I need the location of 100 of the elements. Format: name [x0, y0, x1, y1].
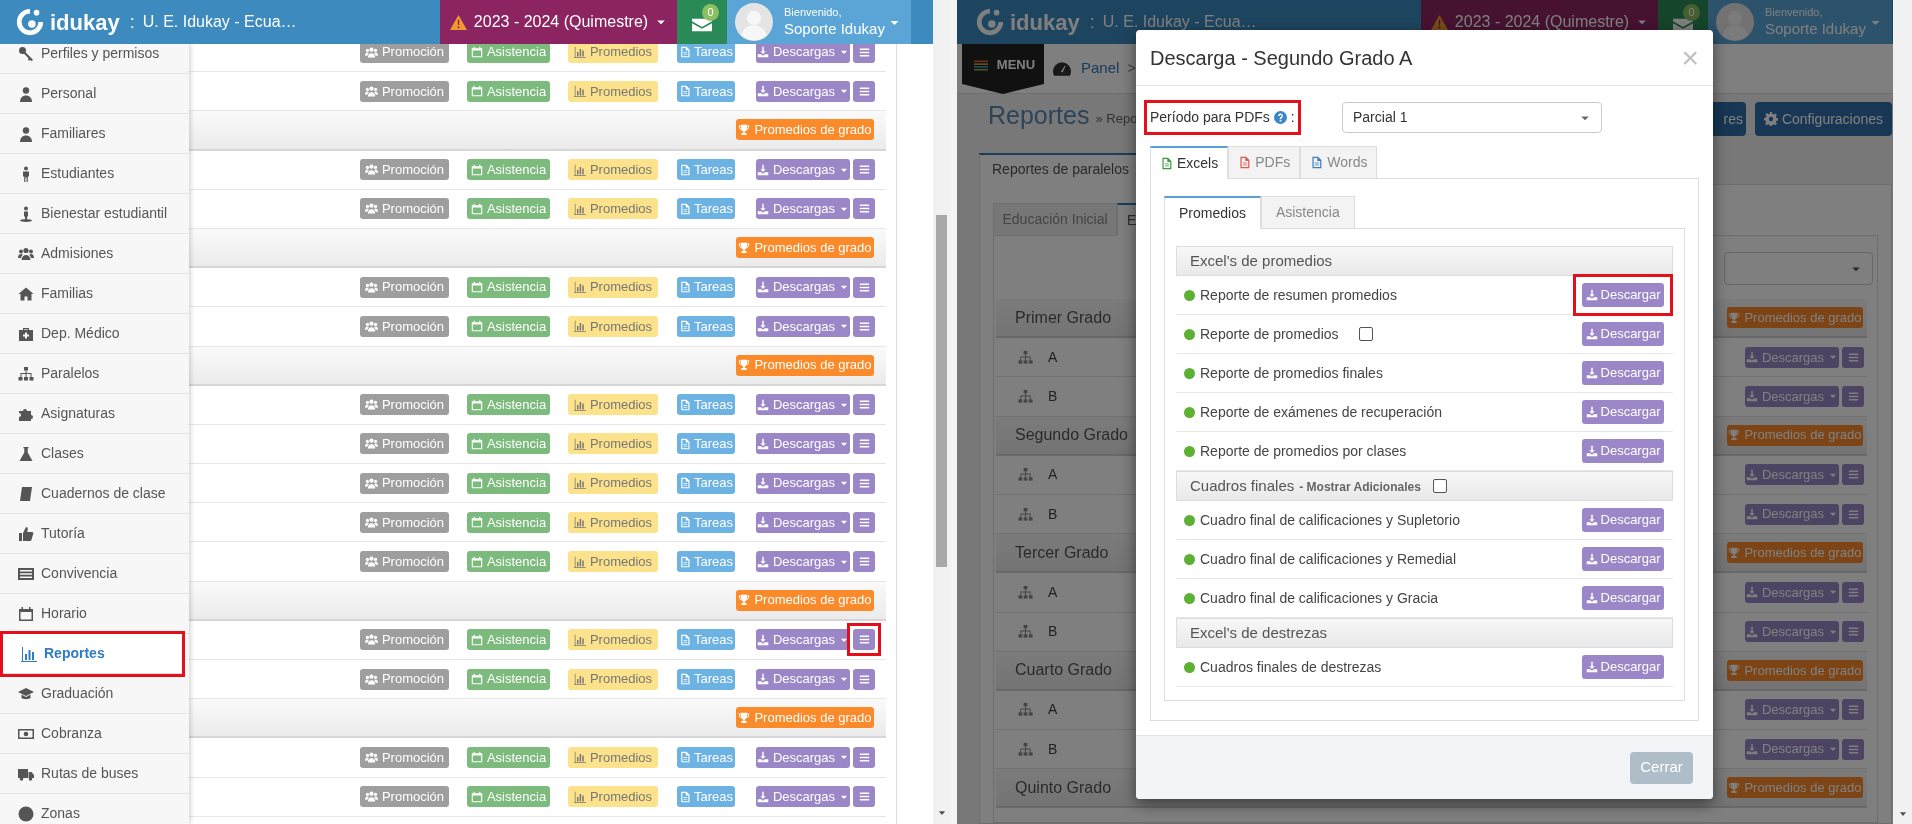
menu-button[interactable]	[1842, 464, 1864, 486]
downloads-dropdown[interactable]: Descargas	[756, 276, 850, 298]
breadcrumb-link[interactable]: Panel	[1081, 57, 1120, 80]
promotion-button[interactable]: Promoción	[360, 198, 449, 220]
menu-button[interactable]	[853, 511, 875, 533]
downloads-dropdown[interactable]: Descargas	[756, 551, 850, 573]
promotion-button[interactable]: Promoción	[360, 80, 449, 102]
tasks-button[interactable]: Tareas	[677, 472, 735, 494]
menu-button[interactable]	[1842, 581, 1864, 603]
grade-averages-button[interactable]: Promedios de grado	[1727, 424, 1863, 446]
attendance-button[interactable]: Asistencia	[467, 44, 550, 63]
averages-button[interactable]: Promedios	[568, 472, 658, 494]
grade-averages-button[interactable]: Promedios de grado	[1727, 307, 1863, 329]
download-button[interactable]: Descargar	[1582, 586, 1664, 610]
tasks-button[interactable]: Tareas	[677, 159, 735, 181]
menu-button[interactable]	[1842, 699, 1864, 721]
tasks-button[interactable]: Tareas	[677, 786, 735, 808]
checkbox[interactable]	[1432, 479, 1447, 493]
tab[interactable]: Excels	[1150, 146, 1229, 179]
downloads-dropdown[interactable]: Descargas	[756, 433, 850, 455]
grade-averages-button[interactable]: Promedios de grado	[736, 707, 874, 729]
menu-button[interactable]	[1842, 621, 1864, 643]
downloads-dropdown[interactable]: Descargas	[756, 629, 850, 651]
menu-button[interactable]	[853, 472, 875, 494]
menu-button[interactable]	[853, 198, 875, 220]
download-button[interactable]: Descargar	[1582, 655, 1664, 679]
menu-button[interactable]	[1842, 738, 1864, 760]
select-field[interactable]	[1724, 252, 1873, 285]
menu-button[interactable]	[853, 394, 875, 416]
promotion-button[interactable]: Promoción	[360, 394, 449, 416]
averages-button[interactable]: Promedios	[568, 551, 658, 573]
attendance-button[interactable]: Asistencia	[467, 472, 550, 494]
menu-button[interactable]	[853, 668, 875, 690]
promotion-button[interactable]: Promoción	[360, 786, 449, 808]
scrollbar-thumb[interactable]	[936, 215, 947, 567]
tasks-button[interactable]: Tareas	[677, 394, 735, 416]
period-dropdown[interactable]: 2023 - 2024 (Quimestre)	[440, 0, 677, 44]
menu-button[interactable]	[853, 433, 875, 455]
download-button[interactable]: Descargar	[1582, 283, 1664, 307]
checkbox[interactable]	[1358, 327, 1373, 341]
downloads-dropdown[interactable]: Descargas	[756, 159, 850, 181]
promotion-button[interactable]: Promoción	[360, 433, 449, 455]
menu-button[interactable]	[1842, 346, 1864, 368]
close-button[interactable]: ×	[1681, 42, 1699, 73]
messages-button[interactable]: 0	[677, 0, 727, 44]
attendance-button[interactable]: Asistencia	[467, 511, 550, 533]
user-menu[interactable]: Bienvenido, Soporte Idukay	[727, 0, 911, 44]
attendance-button[interactable]: Asistencia	[467, 746, 550, 768]
tasks-button[interactable]: Tareas	[677, 511, 735, 533]
attendance-button[interactable]: Asistencia	[467, 80, 550, 102]
settings-button[interactable]: Configuraciones	[1755, 102, 1892, 136]
tasks-button[interactable]: Tareas	[677, 315, 735, 337]
downloads-dropdown[interactable]: Descargas	[756, 80, 850, 102]
downloads-dropdown[interactable]: Descargas	[756, 394, 850, 416]
menu-button[interactable]	[853, 786, 875, 808]
averages-button[interactable]: Promedios	[568, 433, 658, 455]
download-button[interactable]: Descargar	[1582, 322, 1664, 346]
promotion-button[interactable]: Promoción	[360, 551, 449, 573]
attendance-button[interactable]: Asistencia	[467, 551, 550, 573]
grade-averages-button[interactable]: Promedios de grado	[736, 589, 874, 611]
tab[interactable]: Words	[1300, 146, 1378, 179]
promotion-button[interactable]: Promoción	[360, 159, 449, 181]
promotion-button[interactable]: Promoción	[360, 315, 449, 337]
averages-button[interactable]: Promedios	[568, 668, 658, 690]
averages-button[interactable]: Promedios	[568, 315, 658, 337]
grade-averages-button[interactable]: Promedios de grado	[1727, 777, 1863, 799]
promotion-button[interactable]: Promoción	[360, 668, 449, 690]
download-button[interactable]: Descargar	[1582, 400, 1664, 424]
downloads-dropdown[interactable]: Descargas	[756, 786, 850, 808]
menu-button[interactable]	[853, 276, 875, 298]
averages-button[interactable]: Promedios	[568, 276, 658, 298]
tasks-button[interactable]: Tareas	[677, 276, 735, 298]
menu-button[interactable]	[853, 746, 875, 768]
downloads-dropdown[interactable]: Descargas	[756, 198, 850, 220]
menu-button[interactable]	[1842, 503, 1864, 525]
attendance-button[interactable]: Asistencia	[467, 786, 550, 808]
tasks-button[interactable]: Tareas	[677, 198, 735, 220]
sidebar-item[interactable]: Reportes	[3, 634, 182, 674]
tasks-button[interactable]: Tareas	[677, 433, 735, 455]
promotion-button[interactable]: Promoción	[360, 746, 449, 768]
grade-averages-button[interactable]: Promedios de grado	[1727, 542, 1863, 564]
averages-button[interactable]: Promedios	[568, 80, 658, 102]
download-button[interactable]: Descargar	[1582, 439, 1664, 463]
attendance-button[interactable]: Asistencia	[467, 629, 550, 651]
averages-button[interactable]: Promedios	[568, 629, 658, 651]
averages-button[interactable]: Promedios	[568, 44, 658, 63]
download-button[interactable]: Descargar	[1582, 361, 1664, 385]
tasks-button[interactable]: Tareas	[677, 44, 735, 63]
grade-averages-button[interactable]: Promedios de grado	[1727, 659, 1863, 681]
menu-button[interactable]	[853, 80, 875, 102]
menu-button[interactable]	[853, 315, 875, 337]
averages-button[interactable]: Promedios	[568, 746, 658, 768]
menu-button[interactable]	[853, 551, 875, 573]
tasks-button[interactable]: Tareas	[677, 551, 735, 573]
downloads-dropdown[interactable]: Descargas	[756, 668, 850, 690]
tasks-button[interactable]: Tareas	[677, 668, 735, 690]
attendance-button[interactable]: Asistencia	[467, 433, 550, 455]
grade-averages-button[interactable]: Promedios de grado	[736, 354, 874, 376]
menu-button[interactable]	[853, 159, 875, 181]
downloads-dropdown[interactable]: Descargas	[756, 44, 850, 63]
